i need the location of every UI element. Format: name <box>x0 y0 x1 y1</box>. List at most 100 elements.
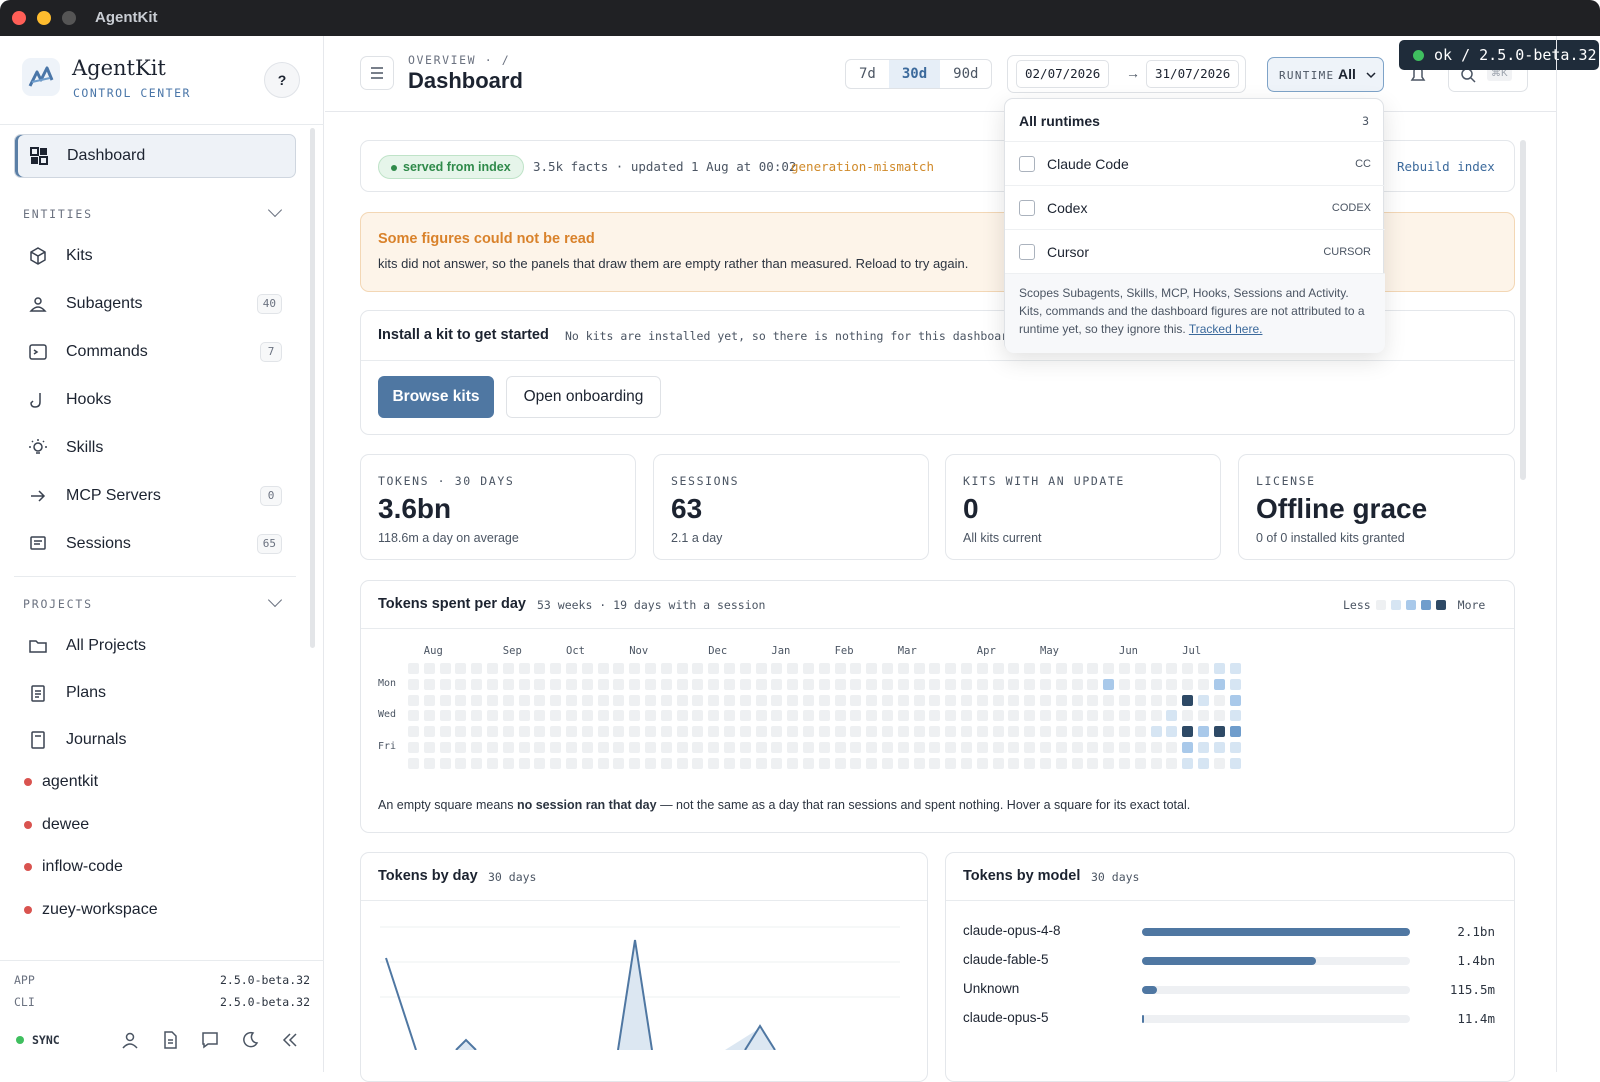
heatmap-cell[interactable] <box>1087 726 1099 738</box>
heatmap-cell[interactable] <box>834 742 846 753</box>
heatmap-cell[interactable] <box>1040 757 1051 769</box>
heatmap-cell[interactable] <box>455 742 467 753</box>
heatmap-cell[interactable] <box>534 663 546 674</box>
zoom-window-button[interactable] <box>62 11 76 25</box>
heatmap-cell[interactable] <box>455 710 467 722</box>
heatmap-cell[interactable] <box>992 663 1004 674</box>
open-onboarding-button[interactable]: Open onboarding <box>506 376 661 418</box>
heatmap-cell[interactable] <box>739 710 751 722</box>
heatmap-cell[interactable] <box>550 757 562 769</box>
heatmap-cell[interactable] <box>818 710 830 722</box>
heatmap-cell[interactable] <box>724 663 735 674</box>
heatmap-cell[interactable] <box>787 757 799 769</box>
heatmap-cell[interactable] <box>771 726 783 738</box>
heatmap-cell[interactable] <box>1134 757 1146 769</box>
heatmap-cell[interactable] <box>787 726 799 738</box>
heatmap-cell[interactable] <box>439 726 451 738</box>
heatmap-cell[interactable] <box>929 678 941 690</box>
heatmap-cell[interactable] <box>771 710 783 722</box>
heatmap-cell[interactable] <box>1198 757 1209 769</box>
heatmap-cell[interactable] <box>1055 742 1067 753</box>
heatmap-cell[interactable] <box>1103 726 1115 738</box>
heatmap-cell[interactable] <box>550 678 562 690</box>
heatmap-cell[interactable] <box>1119 694 1130 706</box>
heatmap-cell[interactable] <box>534 710 546 722</box>
heatmap-cell[interactable] <box>976 726 988 738</box>
heatmap-cell[interactable] <box>1103 694 1115 706</box>
heatmap-cell[interactable] <box>834 757 846 769</box>
heatmap-cell[interactable] <box>929 663 941 674</box>
heatmap-cell[interactable] <box>961 678 972 690</box>
heatmap-cell[interactable] <box>850 678 862 690</box>
heatmap-cell[interactable] <box>471 757 483 769</box>
heatmap-cell[interactable] <box>739 663 751 674</box>
range-7d-button[interactable]: 7d <box>846 60 889 88</box>
heatmap-cell[interactable] <box>613 742 625 753</box>
heatmap-cell[interactable] <box>1024 694 1036 706</box>
heatmap-cell[interactable] <box>1229 726 1241 738</box>
heatmap-cell[interactable] <box>897 694 909 706</box>
heatmap-cell[interactable] <box>913 710 925 722</box>
heatmap-cell[interactable] <box>787 663 799 674</box>
range-90d-button[interactable]: 90d <box>940 60 991 88</box>
heatmap-cell[interactable] <box>597 663 609 674</box>
heatmap-cell[interactable] <box>818 694 830 706</box>
heatmap-cell[interactable] <box>1040 710 1051 722</box>
heatmap-cell[interactable] <box>1024 710 1036 722</box>
heatmap-cell[interactable] <box>1198 694 1209 706</box>
heatmap-cell[interactable] <box>1119 678 1130 690</box>
heatmap-cell[interactable] <box>1087 694 1099 706</box>
close-window-button[interactable] <box>12 11 26 25</box>
heatmap-cell[interactable] <box>629 678 641 690</box>
heatmap-cell[interactable] <box>1071 678 1083 690</box>
heatmap-cell[interactable] <box>976 663 988 674</box>
heatmap-cell[interactable] <box>1150 742 1162 753</box>
heatmap-cell[interactable] <box>929 742 941 753</box>
heatmap-cell[interactable] <box>1150 678 1162 690</box>
minimize-window-button[interactable] <box>37 11 51 25</box>
heatmap-cell[interactable] <box>708 678 720 690</box>
heatmap-cell[interactable] <box>1055 726 1067 738</box>
heatmap-cell[interactable] <box>1213 694 1225 706</box>
heatmap-cell[interactable] <box>1134 742 1146 753</box>
heatmap-cell[interactable] <box>471 710 483 722</box>
heatmap-cell[interactable] <box>803 663 814 674</box>
heatmap-cell[interactable] <box>455 757 467 769</box>
heatmap-cell[interactable] <box>897 757 909 769</box>
heatmap-cell[interactable] <box>897 742 909 753</box>
heatmap-cell[interactable] <box>708 757 720 769</box>
range-30d-button[interactable]: 30d <box>888 60 941 88</box>
heatmap-cell[interactable] <box>471 726 483 738</box>
heatmap-cell[interactable] <box>692 757 704 769</box>
heatmap-cell[interactable] <box>1182 742 1194 753</box>
heatmap-cell[interactable] <box>534 694 546 706</box>
heatmap-cell[interactable] <box>1008 757 1020 769</box>
heatmap-cell[interactable] <box>976 694 988 706</box>
heatmap-cell[interactable] <box>992 757 1004 769</box>
heatmap-cell[interactable] <box>518 726 530 738</box>
project-item-dewee[interactable]: dewee <box>24 816 89 834</box>
heatmap-cell[interactable] <box>471 694 483 706</box>
heatmap-cell[interactable] <box>581 726 593 738</box>
heatmap-cell[interactable] <box>929 694 941 706</box>
heatmap-cell[interactable] <box>439 663 451 674</box>
heatmap-cell[interactable] <box>913 678 925 690</box>
heatmap-cell[interactable] <box>1040 663 1051 674</box>
heatmap-cell[interactable] <box>1213 710 1225 722</box>
heatmap-cell[interactable] <box>818 663 830 674</box>
sidebar-item-skills[interactable]: Skills <box>14 426 296 470</box>
heatmap-cell[interactable] <box>945 742 957 753</box>
heatmap-cell[interactable] <box>518 742 530 753</box>
heatmap-cell[interactable] <box>1182 710 1194 722</box>
heatmap-cell[interactable] <box>581 694 593 706</box>
heatmap-cell[interactable] <box>1087 678 1099 690</box>
heatmap-cell[interactable] <box>487 678 498 690</box>
heatmap-cell[interactable] <box>550 726 562 738</box>
heatmap-cell[interactable] <box>961 742 972 753</box>
heatmap-cell[interactable] <box>455 726 467 738</box>
heatmap-cell[interactable] <box>408 726 419 738</box>
heatmap-cell[interactable] <box>913 742 925 753</box>
heatmap-cell[interactable] <box>897 663 909 674</box>
heatmap-cell[interactable] <box>518 710 530 722</box>
heatmap-cell[interactable] <box>850 742 862 753</box>
